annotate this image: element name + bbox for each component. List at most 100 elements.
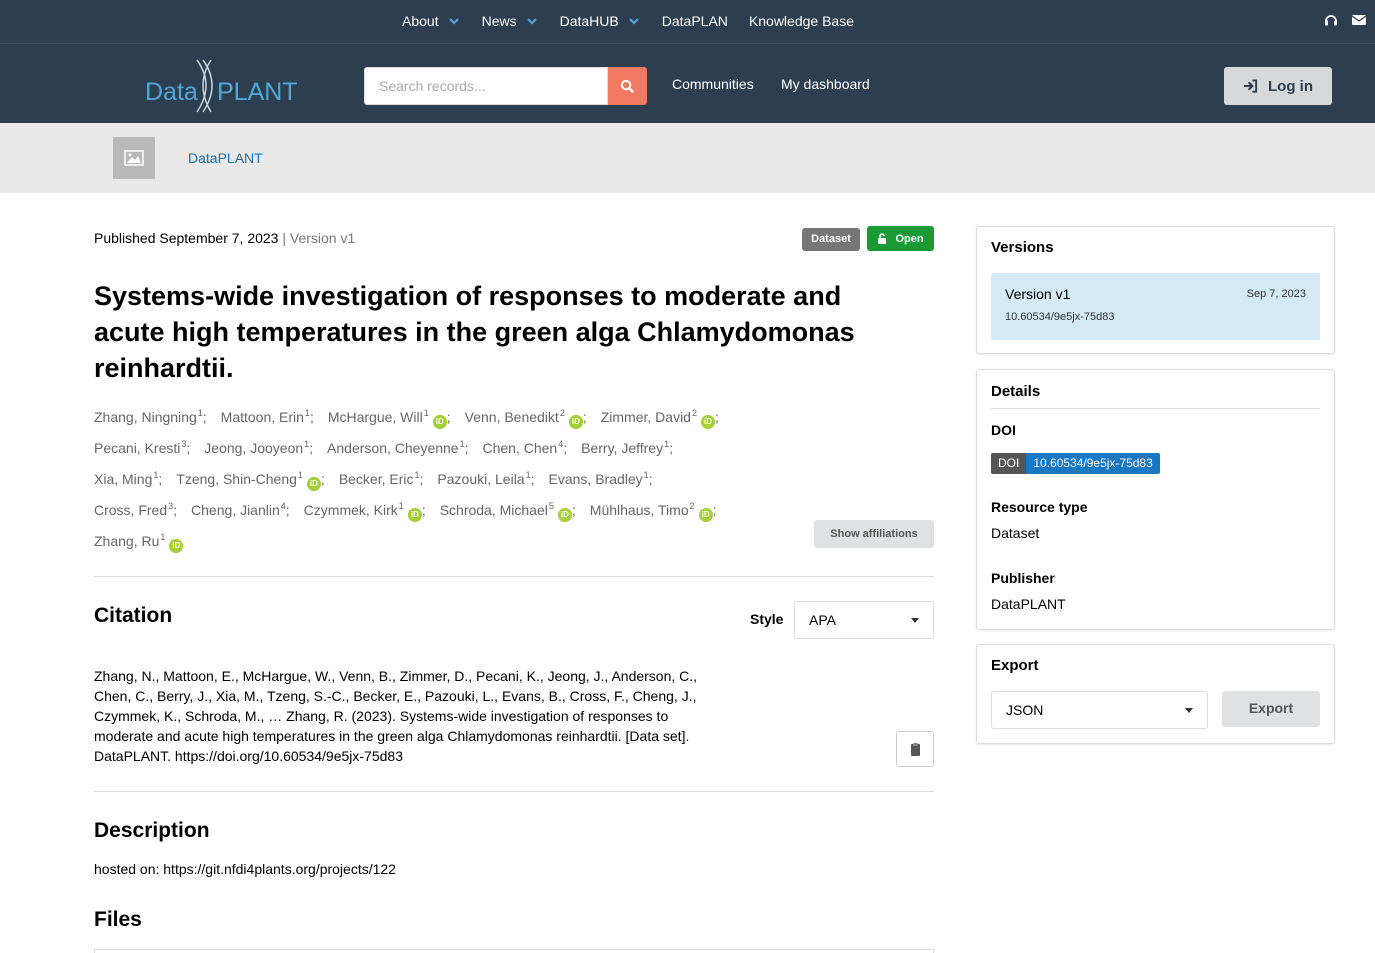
resource-type-value: Dataset bbox=[991, 525, 1040, 541]
citation-style-label: Style bbox=[750, 611, 784, 627]
files-heading: Files bbox=[94, 908, 142, 931]
author-affiliation-number: 1 bbox=[423, 408, 429, 418]
access-badge: Open bbox=[867, 226, 934, 251]
publisher-label: Publisher bbox=[991, 570, 1055, 586]
author-name[interactable]: Zimmer, David bbox=[601, 409, 691, 425]
author-name[interactable]: Venn, Benedikt bbox=[465, 409, 559, 425]
export-heading: Export bbox=[991, 657, 1039, 674]
author-name[interactable]: Jeong, Jooyeon bbox=[204, 440, 303, 456]
author-separator: ; bbox=[173, 502, 178, 518]
author-affiliation-number: 2 bbox=[559, 408, 565, 418]
author-separator: ; bbox=[712, 502, 717, 518]
orcid-icon[interactable]: iD bbox=[698, 508, 713, 522]
author-name[interactable]: Mattoon, Erin bbox=[221, 409, 304, 425]
citation-style-value: APA bbox=[809, 612, 836, 628]
orcid-icon[interactable]: iD bbox=[432, 415, 447, 429]
author-item: Pecani, Kresti3; bbox=[94, 431, 190, 462]
chevron-down-icon bbox=[448, 18, 459, 25]
author-name[interactable]: Pecani, Kresti bbox=[94, 440, 180, 456]
author-item: Mühlhaus, Timo2iD; bbox=[590, 493, 717, 524]
copy-citation-button[interactable] bbox=[896, 731, 934, 767]
author-name[interactable]: Pazouki, Leila bbox=[437, 471, 524, 487]
author-name[interactable]: Chen, Chen bbox=[483, 440, 558, 456]
author-affiliation-number: 1 bbox=[297, 470, 303, 480]
clipboard-icon bbox=[910, 742, 920, 756]
author-item: Jeong, Jooyeon1; bbox=[204, 431, 313, 462]
version-label: Version v1 bbox=[289, 230, 356, 246]
author-separator: ; bbox=[563, 440, 568, 456]
citation-text: Zhang, N., Mattoon, E., McHargue, W., Ve… bbox=[94, 668, 698, 764]
community-name-link[interactable]: DataPLANT bbox=[188, 150, 263, 166]
author-name[interactable]: Zhang, Ru bbox=[94, 533, 159, 549]
headset-icon[interactable] bbox=[1323, 12, 1339, 28]
orcid-icon[interactable]: iD bbox=[568, 415, 583, 429]
author-affiliation-number: 2 bbox=[689, 501, 695, 511]
author-name[interactable]: Cross, Fred bbox=[94, 502, 167, 518]
menu-dataplan[interactable]: DataPLAN bbox=[662, 13, 728, 29]
top-right-icons bbox=[1323, 12, 1367, 28]
version-date: Sep 7, 2023 bbox=[1246, 288, 1306, 300]
author-item: Schroda, Michael5iD; bbox=[440, 493, 576, 524]
dataplant-logo[interactable]: Data PLANT bbox=[145, 52, 305, 118]
author-item: Chen, Chen4; bbox=[483, 431, 568, 462]
author-separator: ; bbox=[464, 440, 469, 456]
author-separator: ; bbox=[669, 440, 673, 456]
author-item: Tzeng, Shin-Cheng1iD; bbox=[176, 462, 325, 493]
details-panel: Details DOI DOI 10.60534/9e5jx-75d83 Res… bbox=[976, 369, 1335, 630]
menu-news[interactable]: News bbox=[482, 13, 539, 29]
author-separator: ; bbox=[530, 471, 535, 487]
my-dashboard-link[interactable]: My dashboard bbox=[781, 76, 870, 92]
author-separator: ; bbox=[285, 502, 290, 518]
author-name[interactable]: Tzeng, Shin-Cheng bbox=[176, 471, 297, 487]
author-name[interactable]: Zhang, Ningning bbox=[94, 409, 197, 425]
orcid-icon[interactable]: iD bbox=[169, 539, 184, 553]
orcid-icon[interactable]: iD bbox=[306, 477, 321, 491]
orcid-icon[interactable]: iD bbox=[407, 508, 422, 522]
author-name[interactable]: Cheng, Jianlin bbox=[191, 502, 280, 518]
communities-link[interactable]: Communities bbox=[672, 76, 754, 92]
publication-info: Published September 7, 2023 | Version v1 bbox=[94, 230, 355, 246]
menu-datahub[interactable]: DataHUB bbox=[560, 13, 641, 29]
doi-badge[interactable]: DOI 10.60534/9e5jx-75d83 bbox=[991, 453, 1160, 474]
show-affiliations-button[interactable]: Show affiliations bbox=[814, 520, 934, 548]
search-input[interactable]: Search records... bbox=[364, 67, 608, 105]
version-item[interactable]: Version v1 Sep 7, 2023 10.60534/9e5jx-75… bbox=[991, 273, 1320, 340]
author-item: Evans, Bradley1; bbox=[549, 462, 653, 493]
author-item: Zhang, Ru1iD bbox=[94, 524, 184, 555]
author-name[interactable]: Anderson, Cheyenne bbox=[327, 440, 459, 456]
orcid-icon[interactable]: iD bbox=[700, 415, 715, 429]
author-name[interactable]: Czymmek, Kirk bbox=[304, 502, 398, 518]
citation-style-select[interactable]: APA bbox=[794, 601, 934, 639]
author-name[interactable]: Evans, Bradley bbox=[549, 471, 643, 487]
mail-icon[interactable] bbox=[1351, 12, 1367, 28]
author-separator: ; bbox=[320, 471, 325, 487]
divider bbox=[94, 576, 934, 577]
community-logo-placeholder[interactable] bbox=[113, 137, 155, 179]
menu-about[interactable]: About bbox=[402, 13, 461, 29]
author-name[interactable]: Schroda, Michael bbox=[440, 502, 548, 518]
login-button[interactable]: Log in bbox=[1224, 67, 1332, 105]
divider bbox=[991, 408, 1320, 409]
export-button[interactable]: Export bbox=[1222, 691, 1320, 727]
menu-news-label: News bbox=[481, 13, 517, 29]
orcid-icon[interactable]: iD bbox=[557, 508, 572, 522]
login-label: Log in bbox=[1268, 77, 1313, 95]
author-name[interactable]: Mühlhaus, Timo bbox=[590, 502, 689, 518]
version-separator: | bbox=[282, 230, 286, 246]
author-name[interactable]: Berry, Jeffrey bbox=[581, 440, 663, 456]
author-name[interactable]: McHargue, Will bbox=[328, 409, 423, 425]
doi-badge-prefix: DOI bbox=[991, 453, 1027, 474]
author-name[interactable]: Becker, Eric bbox=[339, 471, 414, 487]
description-text: hosted on: https://git.nfdi4plants.org/p… bbox=[94, 861, 396, 877]
author-separator: ; bbox=[419, 471, 424, 487]
search-button[interactable] bbox=[608, 67, 647, 105]
author-item: Zhang, Ningning1; bbox=[94, 400, 207, 431]
author-separator: ; bbox=[309, 409, 314, 425]
caret-down-icon bbox=[1185, 707, 1193, 713]
menu-knowledge-base[interactable]: Knowledge Base bbox=[749, 13, 854, 29]
export-format-select[interactable]: JSON bbox=[991, 691, 1208, 729]
author-name[interactable]: Xia, Ming bbox=[94, 471, 152, 487]
author-separator: ; bbox=[582, 409, 587, 425]
caret-down-icon bbox=[911, 617, 919, 623]
export-format-value: JSON bbox=[1006, 702, 1044, 718]
